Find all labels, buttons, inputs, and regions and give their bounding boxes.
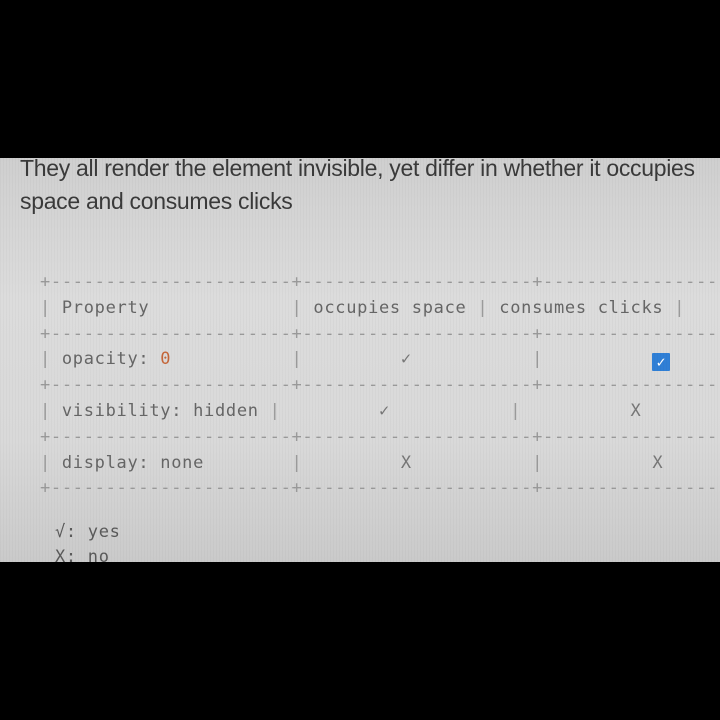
legend-no: X: no bbox=[55, 547, 110, 562]
cross-icon: X bbox=[400, 452, 412, 473]
screen-photo: They all render the element invisible, y… bbox=[0, 158, 720, 562]
header-consumes-clicks: consumes clicks bbox=[499, 297, 664, 318]
row-property: opacity: 0 bbox=[61, 349, 172, 370]
table-border: +----------------------+----------------… bbox=[40, 272, 720, 292]
legend: √: yes X: no bbox=[55, 520, 121, 562]
row-property: visibility: hidden bbox=[61, 400, 259, 421]
intro-paragraph: They all render the element invisible, y… bbox=[20, 158, 695, 214]
check-icon: ✓ bbox=[400, 349, 412, 370]
legend-yes: √: yes bbox=[55, 522, 121, 542]
cross-icon: X bbox=[630, 400, 642, 421]
header-property: Property bbox=[61, 297, 150, 318]
row-property: display: none bbox=[61, 452, 205, 473]
properties-table: +----------------------+----------------… bbox=[40, 270, 720, 502]
checkbox-icon: ✓ bbox=[652, 353, 671, 372]
cross-icon: X bbox=[652, 452, 664, 473]
check-icon: ✓ bbox=[379, 400, 390, 421]
header-occupies-space: occupies space bbox=[313, 297, 467, 318]
